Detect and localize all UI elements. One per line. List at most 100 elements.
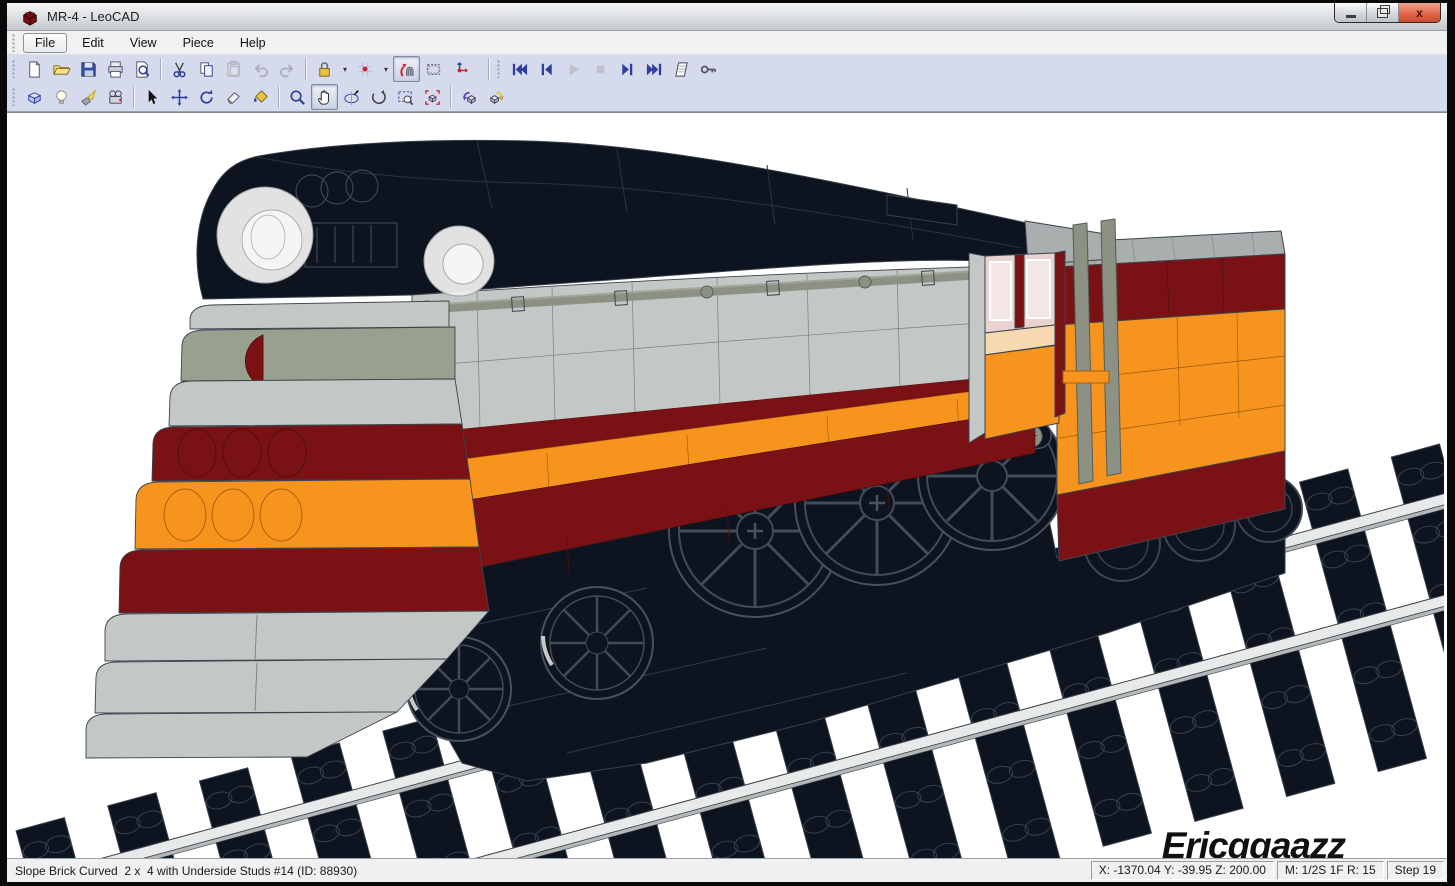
menu-file[interactable]: File	[23, 33, 67, 53]
zoom-button[interactable]	[284, 84, 311, 110]
model-viewport[interactable]: Ericqqaazz	[7, 112, 1447, 858]
zoom-region-icon	[396, 88, 415, 107]
undo-arrow-icon	[251, 60, 270, 79]
rotate-view-button[interactable]	[338, 84, 365, 110]
light-button[interactable]	[48, 84, 75, 110]
menu-edit[interactable]: Edit	[71, 34, 115, 52]
brick-icon	[25, 88, 44, 107]
camera-icon	[106, 88, 125, 107]
move-button[interactable]	[166, 84, 193, 110]
first-step-button[interactable]	[506, 56, 533, 82]
roll-button[interactable]	[365, 84, 392, 110]
eraser-icon	[224, 88, 243, 107]
menu-help[interactable]: Help	[229, 34, 277, 52]
snap-move-menu-button[interactable]: ▾	[379, 56, 393, 82]
print-preview-button[interactable]	[129, 56, 156, 82]
stop-button[interactable]	[587, 56, 614, 82]
paint-bucket-icon	[251, 88, 270, 107]
window-controls: x	[1334, 3, 1441, 23]
lock-button[interactable]	[311, 56, 338, 82]
paint-button[interactable]	[247, 84, 274, 110]
pan-button[interactable]	[311, 84, 338, 110]
last-step-button[interactable]	[641, 56, 668, 82]
menubar-grip[interactable]	[12, 34, 16, 52]
time-toolbar-grip[interactable]	[497, 60, 501, 78]
window-title: MR-4 - LeoCAD	[47, 9, 139, 24]
standard-toolbar: ▾ ▾	[7, 55, 1447, 83]
previous-step-button[interactable]	[533, 56, 560, 82]
cut-button[interactable]	[166, 56, 193, 82]
piece-previous-icon	[460, 88, 479, 107]
paste-button[interactable]	[220, 56, 247, 82]
status-position: X: -1370.04 Y: -39.95 Z: 200.00	[1091, 861, 1274, 880]
snap-move-button[interactable]	[352, 56, 379, 82]
chevron-down-icon: ▾	[384, 65, 388, 74]
insert-piece-button[interactable]	[21, 84, 48, 110]
tools-toolbar	[7, 83, 1447, 112]
headlight-main	[217, 187, 313, 283]
spotlight-button[interactable]	[75, 84, 102, 110]
play-button[interactable]	[560, 56, 587, 82]
last-step-icon	[645, 60, 664, 79]
zoom-extents-button[interactable]	[419, 84, 446, 110]
scissors-icon	[170, 60, 189, 79]
restore-button[interactable]	[1367, 3, 1399, 22]
piece-previous-button[interactable]	[456, 84, 483, 110]
snap-rotate-button[interactable]	[393, 56, 420, 82]
stop-icon	[591, 60, 610, 79]
transform-button[interactable]	[447, 56, 474, 82]
print-button[interactable]	[102, 56, 129, 82]
minimize-icon	[1346, 15, 1356, 18]
zoom-region-button[interactable]	[392, 84, 419, 110]
model-viewport-canvas[interactable]	[7, 113, 1444, 858]
nose-band-maroon-a	[152, 424, 470, 481]
new-file-button[interactable]	[21, 56, 48, 82]
add-keys-button[interactable]	[695, 56, 722, 82]
camera-button[interactable]	[102, 84, 129, 110]
redo-arrow-icon	[278, 60, 297, 79]
cab	[969, 251, 1065, 443]
snap-grid-icon	[356, 60, 375, 79]
close-button[interactable]: x	[1399, 3, 1440, 22]
spotlight-icon	[79, 88, 98, 107]
toolbar-separator	[133, 86, 135, 108]
minimize-button[interactable]	[1335, 3, 1367, 22]
select-button[interactable]	[139, 84, 166, 110]
new-file-icon	[25, 60, 44, 79]
rotate-button[interactable]	[193, 84, 220, 110]
pan-hand-icon	[315, 88, 334, 107]
nose-band-green	[181, 327, 455, 381]
open-folder-icon	[52, 60, 71, 79]
delete-button[interactable]	[220, 84, 247, 110]
cab-side-orange	[985, 345, 1059, 439]
menu-bar: File Edit View Piece Help	[7, 31, 1447, 55]
undo-button[interactable]	[247, 56, 274, 82]
next-step-button[interactable]	[614, 56, 641, 82]
paste-clipboard-icon	[224, 60, 243, 79]
insert-step-button[interactable]	[668, 56, 695, 82]
save-file-button[interactable]	[75, 56, 102, 82]
toolbar-separator	[160, 58, 162, 80]
toolbar-separator	[278, 86, 280, 108]
lego-brick-icon	[21, 8, 39, 26]
open-file-button[interactable]	[48, 56, 75, 82]
close-icon: x	[1416, 6, 1423, 20]
standard-toolbar-grip[interactable]	[12, 60, 16, 78]
relative-transform-button[interactable]	[420, 56, 447, 82]
menu-piece[interactable]: Piece	[172, 34, 225, 52]
piece-next-icon	[487, 88, 506, 107]
piece-next-button[interactable]	[483, 84, 510, 110]
move-arrows-icon	[170, 88, 189, 107]
print-preview-icon	[133, 60, 152, 79]
menu-view[interactable]: View	[119, 34, 168, 52]
previous-step-icon	[537, 60, 556, 79]
title-bar[interactable]: MR-4 - LeoCAD x	[7, 3, 1447, 31]
redo-button[interactable]	[274, 56, 301, 82]
key-icon	[699, 60, 718, 79]
tools-toolbar-grip[interactable]	[12, 88, 16, 106]
transform-axes-icon	[451, 60, 470, 79]
lock-menu-button[interactable]: ▾	[338, 56, 352, 82]
chevron-down-icon: ▾	[343, 65, 347, 74]
copy-button[interactable]	[193, 56, 220, 82]
light-bulb-icon	[52, 88, 71, 107]
